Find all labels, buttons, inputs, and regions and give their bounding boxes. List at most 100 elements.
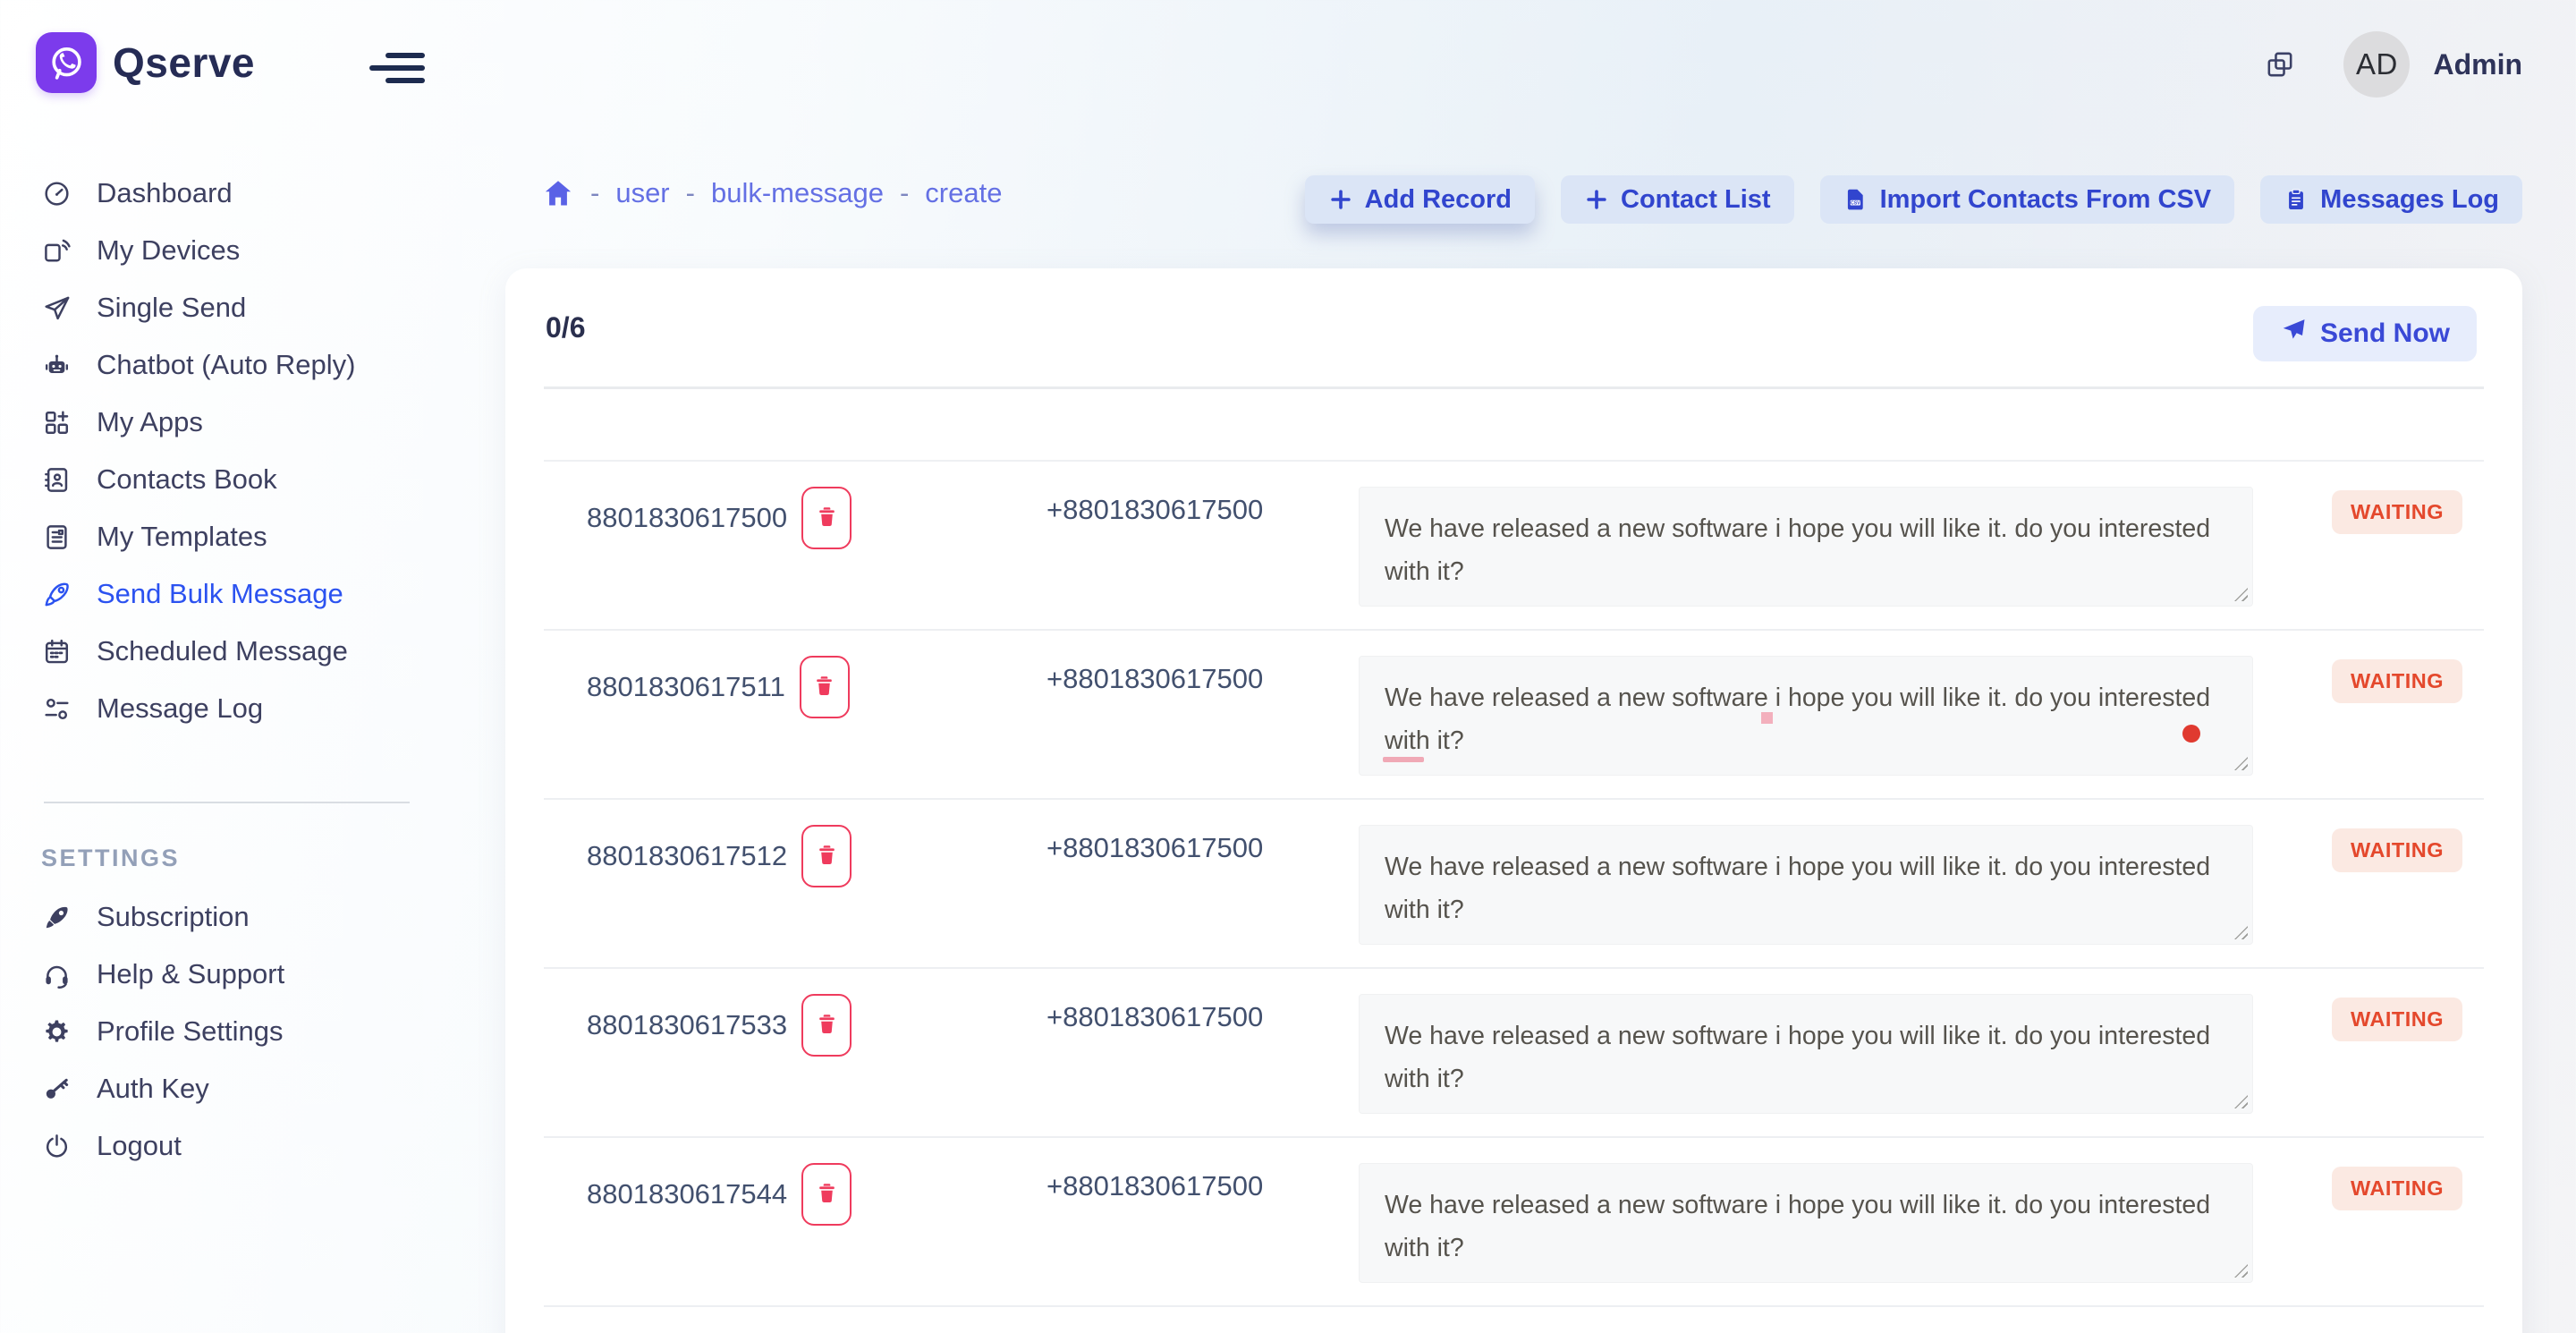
sidebar-item[interactable]: Single Send — [0, 279, 452, 336]
sidebar-item-label: Auth Key — [97, 1073, 209, 1105]
contacts-icon — [41, 464, 72, 495]
progress-counter: 0/6 — [546, 311, 585, 344]
receiver-cell: 8801830617544 — [587, 1138, 1046, 1226]
status-cell: WAITING — [2332, 462, 2484, 629]
toolbar-button-label: Contact List — [1621, 185, 1771, 215]
toolbar-button[interactable]: Contact List — [1561, 175, 1794, 224]
delete-row-button[interactable] — [800, 656, 850, 718]
sidebar-item[interactable]: Subscription — [0, 888, 452, 946]
sidebar-item[interactable]: Scheduled Message — [0, 623, 452, 680]
receiver-cell: 8801830617500 — [587, 462, 1046, 549]
sidebar-item-label: My Devices — [97, 234, 240, 267]
toolbar-button[interactable]: Add Record — [1305, 175, 1535, 224]
clipboard-icon — [2284, 187, 2309, 212]
avatar[interactable]: AD — [2343, 31, 2410, 98]
breadcrumb-link[interactable]: bulk-message — [711, 177, 884, 209]
copy-icon[interactable] — [2265, 49, 2295, 80]
status-badge: WAITING — [2332, 490, 2462, 534]
receiver-number: 8801830617533 — [587, 1009, 787, 1041]
table-row: 8801830617544 +8801830617500 We have rel… — [544, 1138, 2484, 1307]
sidebar-item[interactable]: Help & Support — [0, 946, 452, 1003]
resize-handle[interactable] — [2234, 1095, 2248, 1108]
app-title: Qserve — [113, 38, 255, 87]
sidebar-item[interactable]: My Templates — [0, 508, 452, 565]
trash-icon — [812, 674, 836, 700]
message-textarea[interactable]: We have released a new software i hope y… — [1359, 825, 2253, 945]
resize-handle[interactable] — [2234, 926, 2248, 939]
resize-handle[interactable] — [2234, 757, 2248, 770]
message-text: We have released a new software i hope y… — [1385, 1022, 2210, 1093]
delete-row-button[interactable] — [801, 487, 852, 549]
delete-row-button[interactable] — [801, 1163, 852, 1226]
user-menu[interactable]: AD Admin — [2265, 25, 2522, 104]
sidebar-item[interactable]: Send Bulk Message — [0, 565, 452, 623]
message-textarea[interactable]: We have released a new software i hope y… — [1359, 994, 2253, 1114]
device-cell: +8801830617500 — [1046, 969, 1359, 1136]
device-number: +8801830617500 — [1046, 1001, 1263, 1032]
resize-handle[interactable] — [2234, 1264, 2248, 1278]
message-cell: We have released a new software i hope y… — [1359, 800, 2332, 967]
device-cell: +8801830617500 — [1046, 462, 1359, 629]
csv-icon: CSV — [1843, 187, 1868, 212]
single-send-icon — [41, 293, 72, 323]
sidebar-settings-list: Subscription Help & Support Profile Sett… — [0, 888, 452, 1175]
gear-icon — [41, 1016, 72, 1047]
breadcrumb-separator: - — [686, 177, 695, 209]
delete-row-button[interactable] — [801, 825, 852, 887]
home-icon[interactable] — [542, 177, 574, 209]
message-text: We have released a new software i hope y… — [1385, 514, 2210, 586]
sidebar-item[interactable]: Contacts Book — [0, 451, 452, 508]
menu-toggle-icon[interactable] — [369, 50, 425, 86]
sidebar-item-label: Contacts Book — [97, 463, 277, 496]
device-number: +8801830617500 — [1046, 1170, 1263, 1201]
send-now-button[interactable]: Send Now — [2253, 306, 2477, 361]
whatsapp-icon — [46, 42, 87, 83]
sidebar-item-label: My Apps — [97, 406, 203, 438]
log-icon — [41, 693, 72, 724]
toolbar-button-label: Add Record — [1365, 185, 1512, 215]
message-textarea[interactable]: We have released a new software i hope y… — [1359, 656, 2253, 776]
message-text: We have released a new software i hope y… — [1385, 683, 2210, 755]
table-row: 8801830617512 +8801830617500 We have rel… — [544, 800, 2484, 969]
breadcrumb-link[interactable]: create — [925, 177, 1002, 209]
resize-handle[interactable] — [2234, 588, 2248, 601]
delete-row-button[interactable] — [801, 994, 852, 1057]
toolbar-button[interactable]: CSV Import Contacts From CSV — [1820, 175, 2235, 224]
message-cell: We have released a new software i hope y… — [1359, 631, 2332, 798]
power-icon — [41, 1131, 72, 1161]
dashboard-icon — [41, 178, 72, 208]
sidebar-item[interactable]: Chatbot (Auto Reply) — [0, 336, 452, 394]
sidebar-item-label: Send Bulk Message — [97, 578, 343, 610]
device-cell: +8801830617500 — [1046, 631, 1359, 798]
sidebar-item[interactable]: Dashboard — [0, 165, 452, 222]
paper-plane-icon — [2280, 317, 2307, 351]
sidebar-item[interactable]: My Apps — [0, 394, 452, 451]
sidebar-item-label: Scheduled Message — [97, 635, 348, 667]
status-badge: WAITING — [2332, 828, 2462, 872]
svg-text:CSV: CSV — [1851, 200, 1860, 206]
sidebar-item[interactable]: Logout — [0, 1117, 452, 1175]
message-text: We have released a new software i hope y… — [1385, 1191, 2210, 1262]
status-badge: WAITING — [2332, 998, 2462, 1041]
templates-icon — [41, 522, 72, 552]
message-textarea[interactable]: We have released a new software i hope y… — [1359, 1163, 2253, 1283]
sidebar-item-label: Dashboard — [97, 177, 233, 209]
breadcrumb-link[interactable]: user — [615, 177, 669, 209]
breadcrumb-separator: - — [590, 177, 599, 209]
sidebar-item[interactable]: Message Log — [0, 680, 452, 737]
plus-icon — [1328, 187, 1353, 212]
rocket-filled-icon — [41, 902, 72, 932]
user-name: Admin — [2433, 48, 2522, 81]
sidebar-item[interactable]: Auth Key — [0, 1060, 452, 1117]
sidebar: Dashboard My Devices Single Send Chatbot… — [0, 165, 452, 1175]
trash-icon — [815, 1012, 839, 1039]
message-textarea[interactable]: We have released a new software i hope y… — [1359, 487, 2253, 607]
toolbar-button[interactable]: Messages Log — [2260, 175, 2522, 224]
sidebar-item-label: Help & Support — [97, 958, 284, 990]
message-text: We have released a new software i hope y… — [1385, 853, 2210, 924]
rocket-outline-icon — [41, 579, 72, 609]
sidebar-item[interactable]: Profile Settings — [0, 1003, 452, 1060]
sidebar-item[interactable]: My Devices — [0, 222, 452, 279]
table-row: 8801830617500 +8801830617500 We have rel… — [544, 462, 2484, 631]
table-row: 8801830617533 +8801830617500 We have rel… — [544, 969, 2484, 1138]
